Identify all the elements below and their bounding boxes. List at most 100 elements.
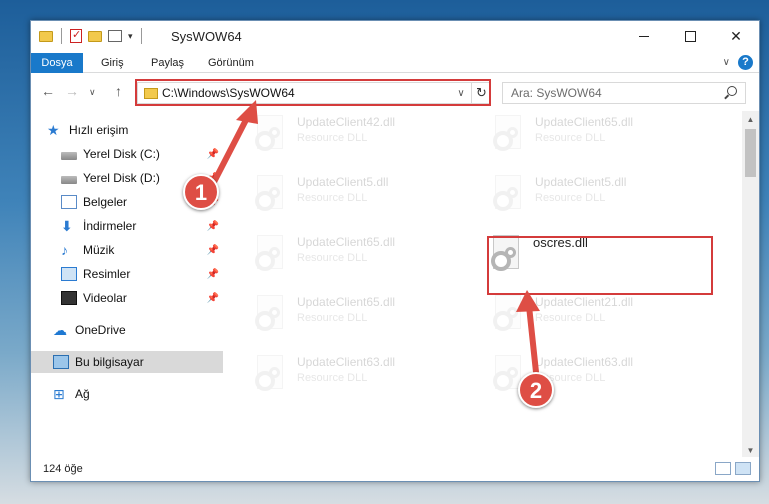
scroll-up-icon[interactable]: ▲ xyxy=(742,111,759,128)
file-name: UpdateClient63.dll xyxy=(535,355,634,369)
sidebar-item-label: Ağ xyxy=(75,387,90,401)
dll-file-icon xyxy=(491,115,527,159)
file-highlight xyxy=(487,236,713,295)
search-placeholder: Ara: SysWOW64 xyxy=(511,86,602,100)
view-toggle xyxy=(715,462,751,475)
sidebar-item-pictures[interactable]: Resimler 📌 xyxy=(31,263,223,285)
sidebar-item-downloads[interactable]: ⬇ İndirmeler 📌 xyxy=(31,215,223,237)
ribbon-right-controls: ∨ ? xyxy=(723,55,753,70)
forward-button[interactable]: → xyxy=(65,83,79,99)
back-button[interactable]: ← xyxy=(41,83,55,99)
sidebar-item-music[interactable]: ♪ Müzik 📌 xyxy=(31,239,223,261)
file-type: Resource DLL xyxy=(535,132,606,144)
pin-icon[interactable]: 📌 xyxy=(207,293,219,304)
expand-ribbon-chevron-icon[interactable]: ∨ xyxy=(723,57,730,68)
file-type: Resource DLL xyxy=(297,312,368,324)
sidebar-item-label: Hızlı erişim xyxy=(69,123,129,137)
sidebar-item-label: Yerel Disk (D:) xyxy=(83,171,160,185)
sidebar-item-label: OneDrive xyxy=(75,323,126,337)
pin-icon[interactable]: 📌 xyxy=(207,221,219,232)
sidebar-item-label: Bu bilgisayar xyxy=(75,355,144,369)
pin-icon[interactable]: 📌 xyxy=(207,245,219,256)
vertical-scrollbar[interactable]: ▲ ▼ xyxy=(742,111,759,459)
caption-buttons: ✕ xyxy=(621,21,759,51)
new-folder-icon[interactable] xyxy=(88,30,102,42)
sidebar-item-quick-access[interactable]: ★ Hızlı erişim xyxy=(31,119,223,141)
documents-icon xyxy=(61,195,77,209)
status-bar: 124 öğe xyxy=(31,457,759,481)
pictures-icon xyxy=(61,267,77,281)
file-type: Resource DLL xyxy=(297,192,368,204)
file-item[interactable]: UpdateClient65.dll Resource DLL xyxy=(461,111,681,167)
sidebar-item-label: İndirmeler xyxy=(83,219,137,233)
ribbon-tabs: Dosya Giriş Paylaş Görünüm ∨ ? xyxy=(31,53,759,73)
dll-file-icon xyxy=(491,295,527,339)
sidebar-item-this-pc[interactable]: Bu bilgisayar xyxy=(31,351,223,373)
tab-file[interactable]: Dosya xyxy=(31,53,83,73)
quick-access-toolbar: ▾ xyxy=(39,28,144,44)
sidebar-item-label: Müzik xyxy=(83,243,115,257)
file-item[interactable]: UpdateClient5.dll Resource DLL xyxy=(461,171,681,227)
file-item[interactable]: UpdateClient42.dll Resource DLL xyxy=(223,111,443,167)
videos-icon xyxy=(61,291,77,305)
pin-icon[interactable]: 📌 xyxy=(207,149,219,160)
properties-icon[interactable] xyxy=(70,28,82,43)
file-name: UpdateClient5.dll xyxy=(535,175,627,189)
file-item[interactable]: UpdateClient21.dll Resource DLL xyxy=(461,291,681,347)
sidebar-item-local-disk-c[interactable]: Yerel Disk (C:) 📌 xyxy=(31,143,223,165)
dll-file-icon xyxy=(253,175,289,219)
file-name: UpdateClient65.dll xyxy=(297,235,396,249)
up-button[interactable]: ↑ xyxy=(115,83,122,99)
address-bar-highlight xyxy=(135,79,491,106)
file-name: UpdateClient65.dll xyxy=(297,295,396,309)
file-item[interactable]: UpdateClient65.dll Resource DLL xyxy=(223,291,443,347)
help-icon[interactable]: ? xyxy=(738,55,753,70)
sidebar-item-onedrive[interactable]: ☁ OneDrive xyxy=(31,319,223,341)
file-name: UpdateClient65.dll xyxy=(535,115,634,129)
folder-icon[interactable] xyxy=(39,30,53,42)
sidebar-item-videos[interactable]: Videolar 📌 xyxy=(31,287,223,309)
file-name: UpdateClient21.dll xyxy=(535,295,634,309)
customize-toolbar-chevron-icon[interactable]: ▾ xyxy=(128,31,133,42)
close-button[interactable]: ✕ xyxy=(713,21,759,51)
minimize-button[interactable] xyxy=(621,21,667,51)
sidebar-item-network[interactable]: ⊞ Ağ xyxy=(31,383,223,405)
file-type: Resource DLL xyxy=(535,192,606,204)
dll-file-icon xyxy=(253,235,289,279)
window-title: SysWOW64 xyxy=(171,29,242,44)
tab-share[interactable]: Paylaş xyxy=(151,53,184,73)
details-view-icon[interactable] xyxy=(715,462,731,475)
title-bar: ▾ SysWOW64 ✕ xyxy=(31,21,759,53)
network-icon: ⊞ xyxy=(53,386,65,402)
tab-home[interactable]: Giriş xyxy=(101,53,124,73)
drive-icon xyxy=(61,152,77,160)
navigation-pane: ★ Hızlı erişim Yerel Disk (C:) 📌 Yerel D… xyxy=(31,111,223,451)
file-item[interactable]: UpdateClient5.dll Resource DLL xyxy=(223,171,443,227)
downloads-icon: ⬇ xyxy=(61,218,73,234)
music-icon: ♪ xyxy=(61,242,68,258)
sidebar-item-label: Videolar xyxy=(83,291,127,305)
maximize-button[interactable] xyxy=(667,21,713,51)
recent-locations-chevron-icon[interactable]: ∨ xyxy=(89,87,96,98)
large-icons-view-icon[interactable] xyxy=(735,462,751,475)
tab-view[interactable]: Görünüm xyxy=(208,53,254,73)
file-item[interactable]: UpdateClient63.dll Resource DLL xyxy=(461,351,681,407)
file-type: Resource DLL xyxy=(297,132,368,144)
drive-icon xyxy=(61,176,77,184)
search-input[interactable]: Ara: SysWOW64 xyxy=(502,82,746,104)
scroll-thumb[interactable] xyxy=(745,129,756,177)
sidebar-item-label: Belgeler xyxy=(83,195,128,209)
pin-icon[interactable]: 📌 xyxy=(207,269,219,280)
computer-icon xyxy=(53,355,69,369)
step-1-badge: 1 xyxy=(183,174,219,210)
file-item[interactable]: UpdateClient63.dll Resource DLL xyxy=(223,351,443,407)
view-icon[interactable] xyxy=(108,30,122,42)
file-type: Resource DLL xyxy=(297,252,368,264)
onedrive-icon: ☁ xyxy=(53,322,67,338)
search-icon[interactable] xyxy=(727,86,737,96)
file-item[interactable]: UpdateClient65.dll Resource DLL xyxy=(223,231,443,287)
file-type: Resource DLL xyxy=(535,312,606,324)
toolbar-divider xyxy=(61,28,62,44)
step-2-badge: 2 xyxy=(518,372,554,408)
sidebar-item-label: Resimler xyxy=(83,267,131,281)
